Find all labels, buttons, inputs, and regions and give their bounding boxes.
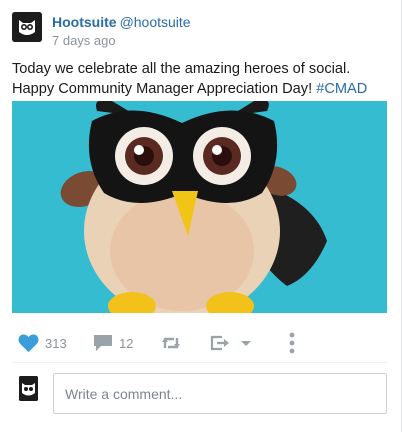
owl-mascot-image <box>12 101 387 313</box>
post-actions: 313 12 <box>12 331 387 357</box>
post-card: Hootsuite @hootsuite 7 days ago Today we … <box>0 0 402 432</box>
post-text-line-2: Happy Community Manager Appreciation Day… <box>12 79 392 99</box>
divider <box>12 362 387 363</box>
post-image[interactable] <box>12 101 387 313</box>
author-name-row: Hootsuite @hootsuite <box>52 14 191 30</box>
post-text-line-1: Today we celebrate all the amazing heroe… <box>12 61 351 77</box>
reply-button[interactable]: 12 <box>93 331 133 355</box>
share-dropdown-button[interactable] <box>210 331 258 355</box>
comment-input[interactable] <box>53 373 387 414</box>
author-avatar[interactable] <box>12 12 42 42</box>
like-count: 313 <box>45 335 67 351</box>
hootsuite-owl-logo <box>12 12 42 42</box>
chevron-down-icon <box>241 341 251 346</box>
hootsuite-owl-logo <box>19 376 38 401</box>
share-icon <box>210 335 251 351</box>
post-text-line-2-body: Happy Community Manager Appreciation Day… <box>12 81 313 97</box>
author-name[interactable]: Hootsuite <box>52 14 117 30</box>
retweet-icon <box>162 337 180 349</box>
commenter-avatar <box>19 376 38 401</box>
reply-count: 12 <box>119 335 134 351</box>
retweet-button[interactable] <box>161 331 181 355</box>
heart-icon <box>18 334 39 352</box>
speech-bubble-icon <box>94 335 112 351</box>
author-handle[interactable]: @hootsuite <box>120 14 191 30</box>
post-timestamp[interactable]: 7 days ago <box>52 33 116 48</box>
more-options-button[interactable] <box>288 331 296 355</box>
more-vertical-icon <box>289 332 295 354</box>
like-button[interactable]: 313 <box>18 331 67 355</box>
hashtag-link[interactable]: #CMAD <box>316 81 367 97</box>
post-text: Today we celebrate all the amazing heroe… <box>12 59 392 99</box>
